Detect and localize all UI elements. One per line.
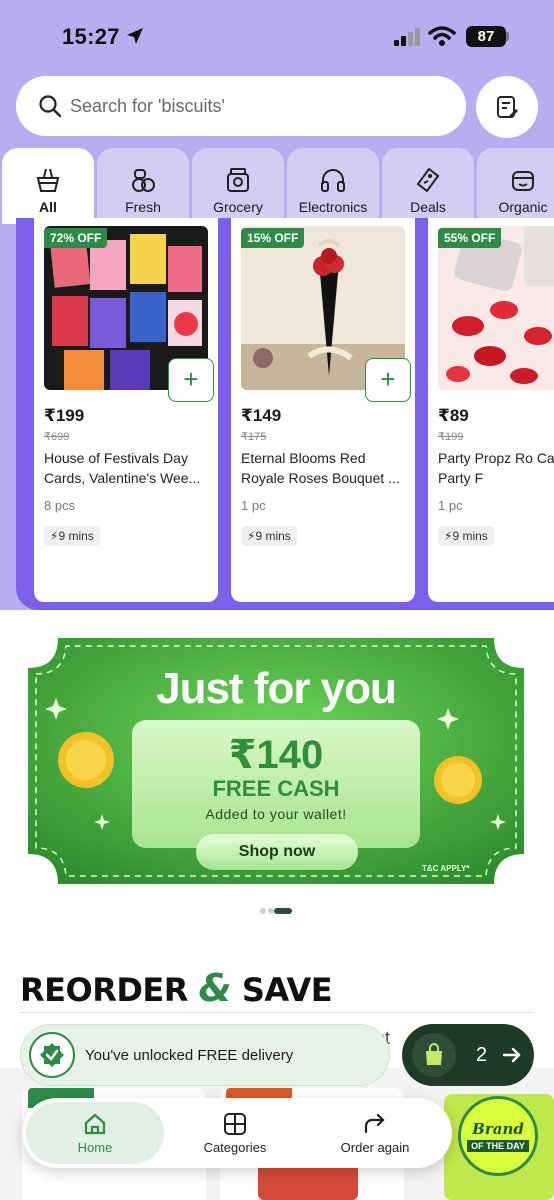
tab-organic[interactable]: Organic	[477, 148, 554, 220]
product-name: Party Propz Ro Cannon Party F	[438, 450, 554, 486]
product-name: Eternal Blooms Red Royale Roses Bouquet …	[241, 450, 400, 486]
of-the-day-label: OF THE DAY	[467, 1140, 529, 1152]
add-to-cart-button[interactable]: +	[365, 358, 411, 402]
tab-label: Fresh	[125, 199, 161, 215]
product-carousel[interactable]: 72% OFF + ₹199 ₹699 House of Festivals D…	[16, 218, 554, 610]
product-quantity: 1 pc	[438, 498, 463, 513]
home-icon	[84, 1113, 106, 1134]
basket-icon	[36, 168, 60, 192]
toast-message: You've unlocked FREE delivery	[85, 1046, 294, 1064]
search-input[interactable]: Search for 'biscuits'	[70, 96, 225, 117]
tab-grocery[interactable]: Grocery	[192, 148, 284, 220]
wifi-icon	[428, 26, 456, 46]
tab-fresh[interactable]: Fresh	[97, 148, 189, 220]
brand-label: Brand	[472, 1120, 524, 1138]
eta-text: 9 mins	[452, 529, 488, 543]
product-card[interactable]: 55% OFF ₹89 ₹199 Party Propz Ro Cannon P…	[428, 218, 554, 602]
section-divider	[20, 1012, 534, 1013]
tab-label: All	[39, 199, 57, 215]
verified-check-icon	[29, 1032, 75, 1078]
list-edit-icon	[497, 96, 518, 118]
product-price: ₹89	[438, 406, 469, 425]
shopping-list-button[interactable]	[476, 76, 538, 138]
nav-categories[interactable]: Categories	[172, 1098, 298, 1168]
delivery-eta: ⚡9 mins	[241, 526, 297, 546]
product-name: House of Festivals Day Cards, Valentine'…	[44, 450, 201, 486]
tab-label: Grocery	[213, 199, 263, 215]
tab-electronics[interactable]: Electronics	[287, 148, 379, 220]
cash-amount: ₹140	[228, 733, 324, 777]
add-to-cart-button[interactable]: +	[168, 358, 214, 402]
product-image	[438, 226, 554, 390]
product-price: ₹199	[44, 406, 85, 425]
carousel-dots	[260, 908, 300, 916]
reorder-save-title: REORDER & SAVE	[20, 966, 333, 1010]
reorder-word: REORDER	[20, 971, 199, 1009]
save-word: SAVE	[231, 971, 333, 1009]
product-card[interactable]: 72% OFF + ₹199 ₹699 House of Festivals D…	[34, 218, 218, 602]
category-tabs: All Fresh Grocery Electronics Deals Orga…	[0, 148, 554, 224]
product-mrp: ₹175	[241, 431, 267, 443]
view-cart-button[interactable]: 2	[402, 1024, 534, 1086]
product-quantity: 8 pcs	[44, 498, 76, 513]
cellular-signal-icon	[394, 28, 420, 46]
shopping-bag-icon	[412, 1033, 456, 1077]
tab-label: Deals	[410, 199, 446, 215]
product-quantity: 1 pc	[241, 498, 266, 513]
status-bar: 15:27 87	[0, 0, 554, 74]
organic-bowl-icon	[512, 171, 534, 191]
tab-deals[interactable]: Deals	[382, 148, 474, 220]
brand-of-the-day-badge[interactable]: Brand OF THE DAY	[458, 1096, 538, 1176]
free-cash-label: FREE CASH	[212, 776, 340, 801]
terms-label: T&C APPLY*	[422, 864, 470, 873]
search-bar[interactable]: Search for 'biscuits'	[16, 76, 466, 136]
nav-label: Order again	[340, 1139, 410, 1155]
tab-label: Electronics	[298, 199, 368, 215]
shop-now-button[interactable]: Shop now	[196, 834, 358, 870]
nav-label: Categories	[203, 1139, 267, 1155]
arrow-right-icon	[502, 1047, 521, 1063]
ampersand: &	[198, 966, 232, 1010]
carousel-dot	[260, 908, 266, 914]
tab-label: Organic	[498, 199, 548, 215]
carousel-dot-active	[274, 908, 292, 914]
reorder-arrow-icon	[364, 1113, 385, 1133]
fruit-icon	[132, 169, 155, 192]
wallet-note: Added to your wallet!	[205, 806, 347, 822]
product-price: ₹149	[241, 406, 282, 425]
discount-badge: 55% OFF	[438, 228, 502, 248]
battery-tip	[506, 32, 509, 41]
nav-label: Home	[77, 1139, 113, 1155]
discount-badge: 72% OFF	[44, 228, 108, 248]
promo-banner[interactable]: Just for you ₹140 FREE CASH Added to you…	[28, 638, 524, 884]
headphones-icon	[321, 169, 345, 192]
product-mrp: ₹699	[44, 431, 70, 443]
eta-text: 9 mins	[58, 529, 94, 543]
delivery-eta: ⚡9 mins	[44, 526, 100, 546]
free-delivery-toast: You've unlocked FREE delivery	[20, 1024, 390, 1086]
product-card[interactable]: 15% OFF + ₹149 ₹175 Eternal Blooms Red R…	[231, 218, 415, 602]
discount-badge: 15% OFF	[241, 228, 305, 248]
cart-item-count: 2	[476, 1043, 488, 1066]
status-time: 15:27	[62, 24, 120, 49]
tag-icon	[416, 167, 440, 193]
delivery-eta: ⚡9 mins	[438, 526, 494, 546]
bottom-navigation: Home Categories Order again	[22, 1098, 452, 1168]
battery-indicator: 87	[466, 26, 506, 47]
eta-text: 9 mins	[255, 529, 291, 543]
nav-order-again[interactable]: Order again	[312, 1098, 438, 1168]
grocery-jar-icon	[227, 168, 249, 192]
banner-title: Just for you	[156, 664, 397, 713]
nav-home[interactable]: Home	[26, 1102, 164, 1164]
product-mrp: ₹199	[438, 431, 464, 443]
cash-box: ₹140 FREE CASH Added to your wallet!	[132, 720, 420, 848]
tab-all[interactable]: All	[2, 148, 94, 224]
search-icon	[39, 95, 62, 118]
location-arrow-icon	[127, 28, 143, 44]
categories-grid-icon	[224, 1112, 246, 1135]
